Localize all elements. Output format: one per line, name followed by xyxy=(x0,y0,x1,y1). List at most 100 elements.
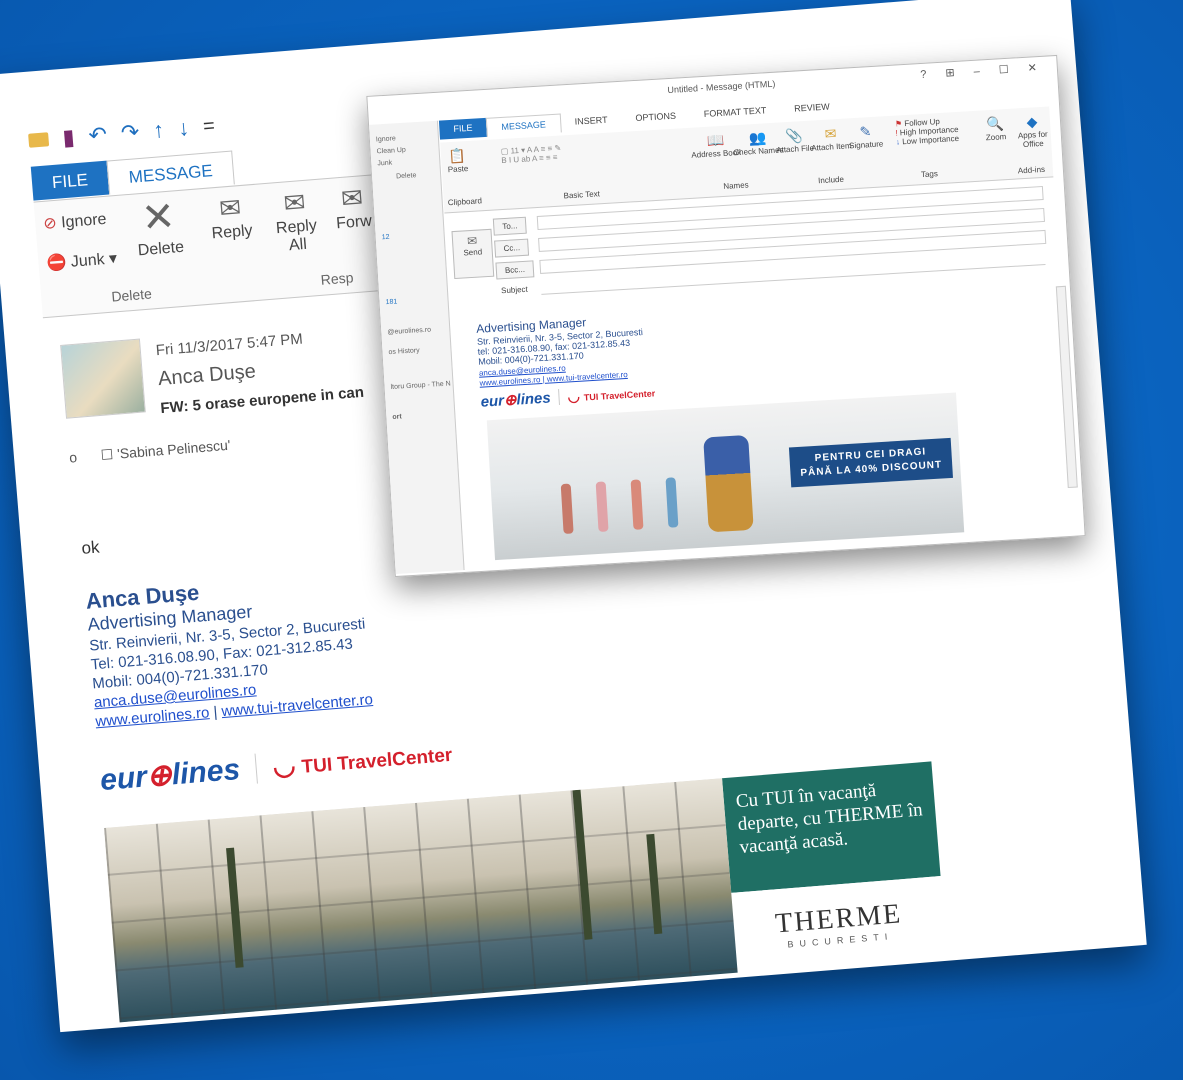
signature-icon: ✎ xyxy=(859,123,872,140)
group-delete-label: Delete xyxy=(110,285,153,305)
to-prefix: o xyxy=(68,448,78,466)
sender-avatar xyxy=(60,338,146,419)
send-button[interactable]: ✉ Send xyxy=(451,228,495,280)
child-figure xyxy=(595,481,609,532)
message-body-text: ok xyxy=(80,537,101,558)
reply-icon: ✉ xyxy=(218,192,243,224)
tab-review[interactable]: REVIEW xyxy=(780,97,845,120)
send-label: Send xyxy=(463,247,483,258)
tab-file[interactable]: FILE xyxy=(438,117,487,140)
reply-button[interactable]: ✉ Reply xyxy=(209,191,254,243)
banner-side: Cu TUI în vacanţă departe, cu THERME în … xyxy=(722,761,947,973)
clipboard-icon: 📋 xyxy=(448,147,467,165)
tab-message[interactable]: MESSAGE xyxy=(485,113,562,137)
left-count-1: 12 xyxy=(381,233,390,242)
signature-button[interactable]: ✎ Signature xyxy=(848,122,884,150)
basic-text-group-label: Basic Text xyxy=(563,189,601,201)
undo-icon[interactable]: ↶ xyxy=(88,122,108,149)
paste-button[interactable]: 📋 Paste xyxy=(447,147,469,174)
tui-logo: ◡ TUI TravelCenter xyxy=(567,383,655,405)
arrow-down-icon[interactable]: ↓ xyxy=(177,115,190,142)
recipient-name[interactable]: 'Sabina Pelinescu' xyxy=(117,437,231,462)
attach-file-label: Attach File xyxy=(775,143,815,155)
recipient-line: o ☐ 'Sabina Pelinescu' xyxy=(69,437,232,467)
arrow-up-icon[interactable]: ↑ xyxy=(152,117,165,144)
tui-logo-text: TUI TravelCenter xyxy=(300,744,454,778)
font-controls[interactable]: ▢ 11 ▾ A A ≡ ≡ ✎ B I U ab A ≡ ≡ ≡ xyxy=(501,137,672,165)
ignore-button[interactable]: ⊘ Ignore xyxy=(43,209,108,234)
redo-icon[interactable]: ↷ xyxy=(120,119,140,146)
left-item-1[interactable]: @eurolines.ro xyxy=(387,327,431,337)
low-importance-label: Low Importance xyxy=(901,133,960,147)
tab-file[interactable]: FILE xyxy=(30,160,110,201)
left-item-4[interactable]: ort xyxy=(392,413,402,421)
message-subject: FW: 5 orase europene in can xyxy=(159,383,365,418)
signature-label: Signature xyxy=(848,139,884,151)
tui-promo-banner[interactable]: PENTRU CEI DRAGI PÂNĂ LA 40% DISCOUNT xyxy=(486,392,965,561)
left-item-3[interactable]: ltoru Group - The N xyxy=(390,380,450,391)
zoom-button[interactable]: 🔍 Zoom xyxy=(985,115,1007,142)
tags-group-label: Tags xyxy=(920,169,939,180)
mascot-figure xyxy=(703,434,754,533)
tui-logo: ◡ TUI TravelCenter xyxy=(272,737,454,782)
tags-controls: ⚑ Follow Up ! High Importance ↓ Low Impo… xyxy=(895,116,960,147)
sender-name: Anca Duşe xyxy=(157,360,257,391)
left-item-2[interactable]: os History xyxy=(388,347,419,356)
names-group-label: Names xyxy=(723,180,749,191)
junk-button[interactable]: ⛔ Junk ▾ xyxy=(46,248,118,274)
delete-icon: ✕ xyxy=(139,194,177,241)
forward-button[interactable]: ✉ Forw xyxy=(333,182,373,234)
left-cleanup[interactable]: Clean Up xyxy=(376,147,406,156)
reply-all-icon: ✉ xyxy=(282,186,307,219)
delete-button[interactable]: ✕ Delete xyxy=(133,193,184,261)
tab-options[interactable]: OPTIONS xyxy=(621,106,691,129)
bcc-button[interactable]: Bcc... xyxy=(495,260,535,280)
message-date: Fri 11/3/2017 5:47 PM xyxy=(155,330,304,360)
attach-item-label: Attach Item xyxy=(810,141,852,153)
apps-icon: ◆ xyxy=(1026,113,1038,130)
apps-for-office-button[interactable]: ◆ Apps for Office xyxy=(1015,113,1051,150)
customize-toolbar[interactable]: = xyxy=(202,114,215,138)
compose-message-window: Untitled - Message (HTML) ? ⊞ – ☐ ✕ Igno… xyxy=(366,54,1086,578)
magnifier-icon: 🔍 xyxy=(986,115,1005,133)
group-respond-label: Resp xyxy=(320,269,354,288)
logo-divider xyxy=(558,389,561,406)
tui-smile-icon: ◡ xyxy=(567,387,585,405)
reply-all-label: Reply All xyxy=(275,217,318,255)
attach-item-button[interactable]: ✉ Attach Item xyxy=(810,124,852,153)
therme-logo: THERME BUCURESTI xyxy=(731,876,947,973)
attach-file-button[interactable]: 📎 Attach File xyxy=(775,127,814,155)
add-ins-group-label: Add-ins xyxy=(1017,164,1046,176)
left-delete: Delete xyxy=(395,172,417,181)
junk-icon: ⛔ xyxy=(45,253,72,273)
ignore-label: Ignore xyxy=(60,210,108,232)
child-figure xyxy=(630,479,644,530)
envelope-icon[interactable] xyxy=(28,132,50,148)
clipboard-group-label: Clipboard xyxy=(447,196,483,208)
tui-logo-text: TUI TravelCenter xyxy=(583,387,656,403)
forward-label: Forw xyxy=(335,212,373,233)
tab-format-text[interactable]: FORMAT TEXT xyxy=(689,100,780,124)
reply-all-button[interactable]: ✉ Reply All xyxy=(268,186,323,257)
reply-label: Reply xyxy=(211,222,254,243)
forward-icon: ✉ xyxy=(340,182,365,214)
window-controls[interactable]: ? ⊞ – ☐ ✕ xyxy=(920,61,1045,81)
email-signature: Anca Duşe Advertising Manager Str. Reinv… xyxy=(85,566,374,731)
apps-label: Apps for Office xyxy=(1017,129,1048,150)
promo-label: PENTRU CEI DRAGI PÂNĂ LA 40% DISCOUNT xyxy=(788,437,953,488)
checkbox-icon[interactable]: ☐ xyxy=(100,446,114,463)
paste-label: Paste xyxy=(447,164,469,175)
window-title: Untitled - Message (HTML) xyxy=(667,78,776,96)
child-figure xyxy=(665,477,679,528)
send-icon: ✉ xyxy=(466,233,478,249)
left-junk[interactable]: Junk xyxy=(377,160,392,168)
tab-insert[interactable]: INSERT xyxy=(560,110,622,133)
left-ignore[interactable]: Ignore xyxy=(376,135,396,143)
save-icon[interactable]: ▮ xyxy=(62,124,76,151)
compose-signature: Advertising Manager Str. Reinvierii, Nr.… xyxy=(476,313,646,388)
logo-divider xyxy=(254,753,259,784)
include-group-label: Include xyxy=(817,174,845,186)
to-button[interactable]: To... xyxy=(492,216,527,236)
cc-button[interactable]: Cc... xyxy=(494,238,530,258)
eurolines-logo: eur⊕lines xyxy=(98,752,242,798)
